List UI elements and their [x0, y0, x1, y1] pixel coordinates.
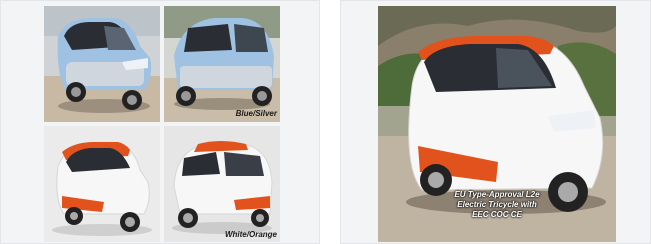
- photo-hero[interactable]: EU Type-Approval L2e Electric Tricycle w…: [378, 6, 616, 242]
- color-label-white-orange: White/Orange: [224, 230, 277, 239]
- photo-blue-front[interactable]: [44, 6, 160, 122]
- caption-line-1: EU Type-Approval L2e: [454, 190, 540, 199]
- blue-tricycle-image: [44, 6, 160, 122]
- color-label-blue-silver: Blue/Silver: [235, 109, 277, 118]
- hero-caption: EU Type-Approval L2e Electric Tricycle w…: [386, 190, 608, 220]
- white-tricycle-side-image: [164, 126, 280, 242]
- blue-tricycle-side-image: [164, 6, 280, 122]
- caption-line-3: EEC COC CE: [472, 210, 522, 219]
- photo-white-side[interactable]: White/Orange: [164, 126, 280, 242]
- photo-white-front[interactable]: [44, 126, 160, 242]
- white-tricycle-image: [44, 126, 160, 242]
- photo-blue-side[interactable]: Blue/Silver: [164, 6, 280, 122]
- caption-line-2: Electric Tricycle with: [457, 200, 537, 209]
